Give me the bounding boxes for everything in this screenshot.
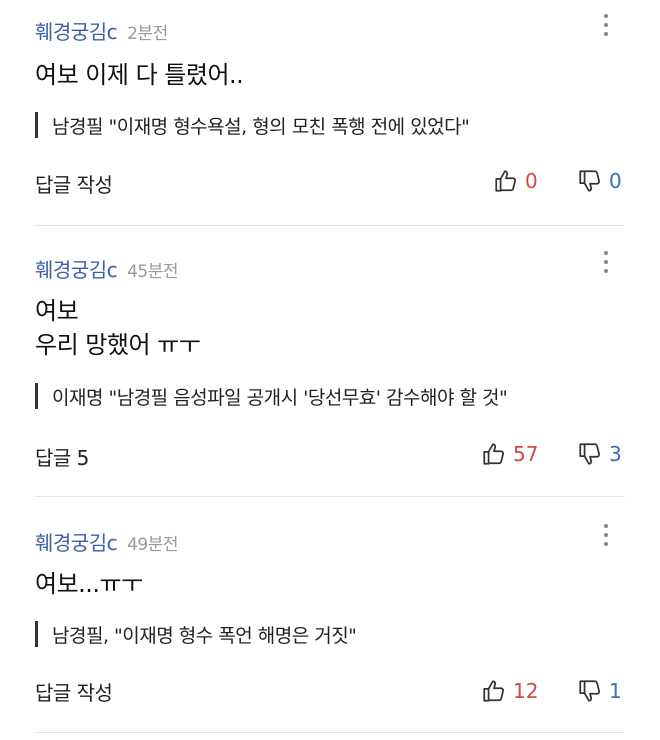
comment-body: 여보...ㅠㅜ [35, 570, 143, 598]
thumbs-down-icon [579, 680, 601, 702]
dislike-count: 0 [609, 169, 622, 193]
reply-button[interactable]: 답글 5 [35, 442, 89, 471]
quote-bar [35, 383, 38, 409]
like-count: 57 [513, 442, 539, 466]
author-name[interactable]: 훼경궁김c [35, 254, 118, 283]
thumbs-up-icon [483, 443, 505, 465]
like-button[interactable]: 57 [481, 441, 538, 467]
like-button[interactable]: 0 [493, 168, 538, 194]
thumbs-up-icon [495, 170, 517, 192]
dislike-count: 1 [609, 679, 622, 703]
quoted-article-title: 이재명 "남경필 음성파일 공개시 '당선무효' 감수해야 할 것" [52, 386, 508, 409]
thumbs-down-icon [579, 443, 601, 465]
dislike-button[interactable]: 1 [577, 678, 622, 704]
dislike-button[interactable]: 3 [577, 441, 622, 467]
more-options-icon[interactable] [596, 14, 616, 40]
reply-button[interactable]: 답글 작성 [35, 169, 113, 198]
quote-bar [35, 621, 38, 647]
dislike-button[interactable]: 0 [577, 168, 622, 194]
comment-time: 2분전 [127, 24, 168, 44]
author-name[interactable]: 훼경궁김c [35, 527, 118, 556]
author-name[interactable]: 훼경궁김c [35, 16, 118, 45]
divider [35, 496, 625, 497]
comment-body: 여보 우리 망했어 ㅠㅜ [35, 297, 201, 359]
comment-body: 여보 이제 다 틀렸어.. [35, 61, 244, 89]
more-options-icon[interactable] [596, 251, 616, 277]
dislike-count: 3 [609, 442, 622, 466]
divider [35, 225, 625, 226]
more-options-icon[interactable] [596, 524, 616, 550]
comment-time: 49분전 [127, 535, 179, 555]
reply-button[interactable]: 답글 작성 [35, 677, 113, 706]
quoted-article[interactable]: 남경필, "이재명 형수 폭언 해명은 거짓" [35, 620, 357, 648]
quoted-article[interactable]: 이재명 "남경필 음성파일 공개시 '당선무효' 감수해야 할 것" [35, 382, 508, 410]
like-button[interactable]: 12 [481, 678, 538, 704]
quoted-article-title: 남경필, "이재명 형수 폭언 해명은 거짓" [52, 624, 357, 647]
like-count: 12 [513, 679, 539, 703]
thumbs-up-icon [483, 680, 505, 702]
comment-header: 훼경궁김c 45분전 [35, 254, 179, 283]
comment-header: 훼경궁김c 2분전 [35, 16, 168, 45]
quote-bar [35, 112, 38, 138]
like-count: 0 [525, 169, 538, 193]
comment-header: 훼경궁김c 49분전 [35, 527, 179, 556]
quoted-article[interactable]: 남경필 "이재명 형수욕설, 형의 모친 폭행 전에 있었다" [35, 111, 470, 139]
thumbs-down-icon [579, 170, 601, 192]
comment-time: 45분전 [127, 262, 179, 282]
divider [35, 732, 625, 733]
quoted-article-title: 남경필 "이재명 형수욕설, 형의 모친 폭행 전에 있었다" [52, 115, 470, 138]
